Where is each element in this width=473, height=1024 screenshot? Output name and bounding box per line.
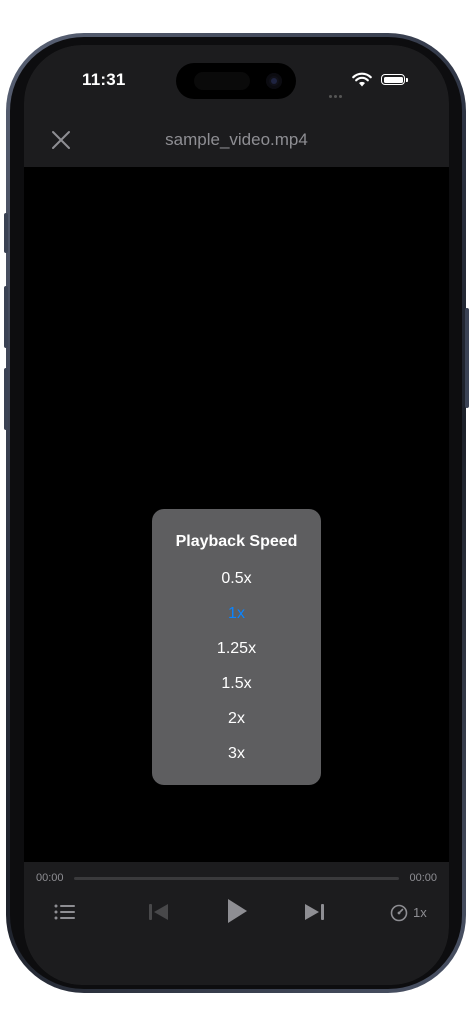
- playback-speed-menu: Playback Speed 0.5x 1x 1.25x 1.5x 2x 3x: [152, 509, 321, 785]
- speed-option-1-5x[interactable]: 1.5x: [152, 675, 321, 693]
- speed-option-0-5x[interactable]: 0.5x: [152, 570, 321, 588]
- video-title: sample_video.mp4: [165, 130, 308, 149]
- speedometer-icon[interactable]: [390, 904, 408, 922]
- camera-icon: [266, 73, 282, 89]
- dynamic-island: [176, 63, 296, 99]
- speed-label[interactable]: 1x: [413, 905, 427, 920]
- speed-menu-title: Playback Speed: [175, 533, 298, 550]
- skip-next-icon[interactable]: [303, 903, 325, 921]
- player-controls: 00:00 00:00 1x: [24, 862, 449, 985]
- battery-icon: [381, 74, 408, 85]
- action-button: [4, 213, 8, 253]
- current-time: 00:00: [36, 872, 64, 884]
- speed-option-1-25x[interactable]: 1.25x: [152, 640, 321, 658]
- skip-previous-icon[interactable]: [148, 903, 170, 921]
- status-bar: 11:31: [24, 45, 449, 116]
- list-icon[interactable]: [53, 902, 77, 922]
- signal-dots-icon: [329, 85, 347, 116]
- total-time: 00:00: [409, 872, 437, 884]
- wifi-icon: [352, 72, 372, 87]
- play-icon[interactable]: [226, 898, 248, 924]
- status-time: 11:31: [82, 70, 126, 89]
- power-button: [465, 308, 469, 408]
- volume-up-button: [4, 286, 8, 348]
- speed-option-1x[interactable]: 1x: [152, 605, 321, 623]
- nav-bar: sample_video.mp4: [24, 105, 449, 167]
- progress-bar[interactable]: [74, 877, 399, 880]
- volume-down-button: [4, 368, 8, 430]
- speed-option-3x[interactable]: 3x: [152, 745, 321, 763]
- video-area[interactable]: Playback Speed 0.5x 1x 1.25x 1.5x 2x 3x: [24, 167, 449, 862]
- speed-option-2x[interactable]: 2x: [152, 710, 321, 728]
- screen: 11:31 sample_video.mp4 Playback Speed 0.…: [24, 45, 449, 985]
- island-sensor: [194, 72, 250, 90]
